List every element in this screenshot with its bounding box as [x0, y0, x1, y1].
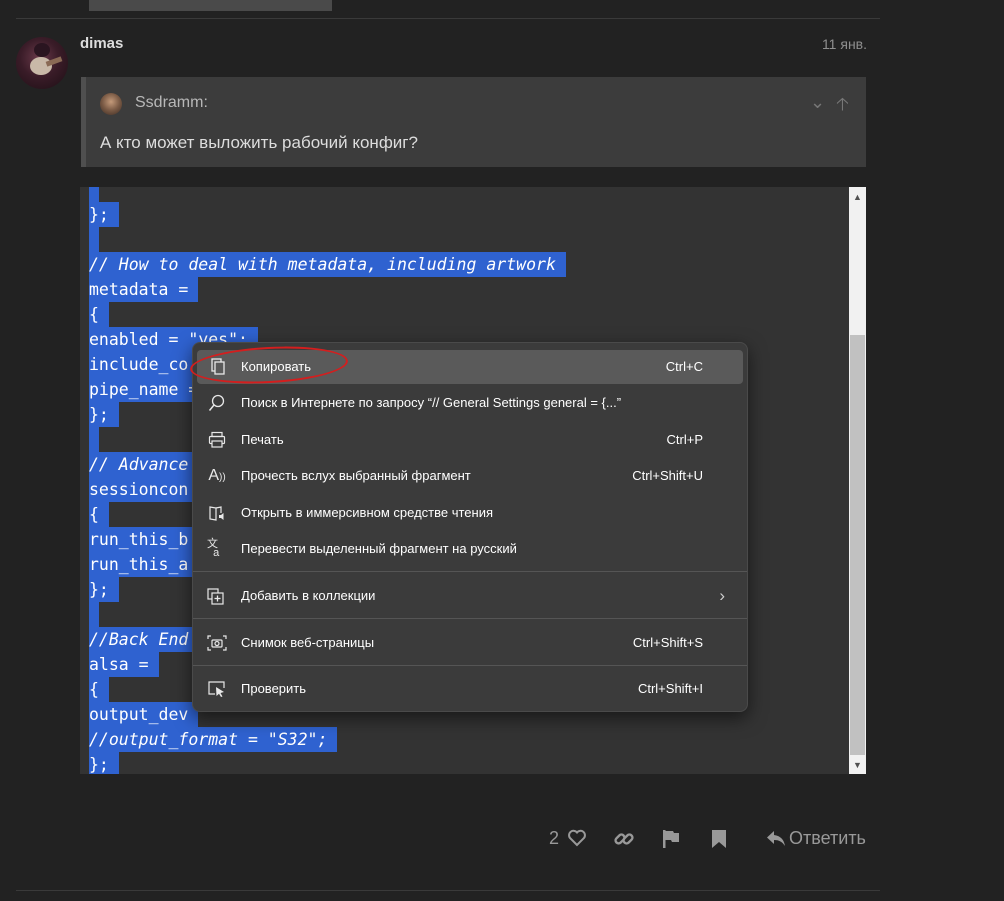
selected-text: run_this_b: [89, 527, 199, 552]
selected-text: };: [89, 202, 119, 227]
context-menu: Копировать Ctrl+C Поиск в Интернете по з…: [192, 342, 748, 712]
menu-item-label: Проверить: [241, 681, 307, 696]
selected-text: [89, 427, 99, 452]
selected-text: {: [89, 677, 109, 702]
quote-avatar[interactable]: [100, 93, 122, 115]
menu-item-translate[interactable]: 文 a Перевести выделенный фрагмент на рус…: [197, 532, 743, 566]
selected-text: [89, 227, 99, 252]
reply-icon: [766, 828, 786, 853]
post-divider: [16, 18, 880, 19]
code-line: };: [89, 752, 566, 774]
menu-item-web-capture[interactable]: Снимок веб-страницы Ctrl+Shift+S: [197, 626, 743, 660]
scroll-up-icon[interactable]: ▲: [849, 189, 866, 205]
selected-text: pipe_name =: [89, 377, 209, 402]
menu-item-read-aloud[interactable]: A)) Прочесть вслух выбранный фрагмент Ct…: [197, 459, 743, 493]
code-line: //output_format = "S32";: [89, 727, 566, 752]
menu-item-label: Поиск в Интернете по запросу “// General…: [241, 395, 622, 410]
selected-text: // Advance: [89, 452, 199, 477]
code-line: };: [89, 202, 566, 227]
code-line: metadata =: [89, 277, 566, 302]
code-line: // How to deal with metadata, including …: [89, 252, 566, 277]
print-icon: [207, 431, 227, 449]
translate-icon: 文 a: [207, 538, 220, 559]
selected-text: include_co: [89, 352, 199, 377]
menu-separator: [193, 665, 747, 666]
read-aloud-icon: A)): [208, 467, 226, 484]
scrollbar-thumb[interactable]: [850, 335, 865, 755]
menu-item-shortcut: Ctrl+Shift+I: [637, 681, 703, 696]
selected-text: metadata =: [89, 277, 199, 302]
selected-text: };: [89, 402, 119, 427]
quote-author: Ssdramm:: [135, 94, 208, 111]
menu-item-label: Снимок веб-страницы: [241, 635, 375, 650]
screenshot-icon: [207, 634, 227, 652]
selected-text: [89, 602, 99, 627]
username[interactable]: dimas: [80, 35, 123, 52]
selected-text: sessioncon: [89, 477, 199, 502]
selected-text: //output_format = "S32";: [89, 727, 338, 752]
menu-item-shortcut: Ctrl+P: [666, 432, 703, 447]
selected-text: output_dev: [89, 702, 199, 727]
quote-text: А кто может выложить рабочий конфиг?: [100, 133, 418, 152]
code-line: [89, 227, 566, 252]
post-divider: [16, 890, 880, 891]
menu-item-shortcut: Ctrl+C: [665, 359, 703, 374]
menu-item-label: Добавить в коллекции: [241, 588, 376, 603]
search-icon: [207, 394, 227, 412]
selected-text: {: [89, 502, 109, 527]
selected-text: alsa =: [89, 652, 159, 677]
link-icon[interactable]: [613, 828, 635, 855]
chevron-down-icon[interactable]: ⌄: [810, 92, 825, 113]
post-date[interactable]: 11 янв.: [822, 36, 867, 52]
menu-item-immersive-reader[interactable]: Открыть в иммерсивном средстве чтения: [197, 496, 743, 530]
collections-icon: [207, 587, 227, 605]
menu-item-shortcut: Ctrl+Shift+S: [632, 635, 703, 650]
menu-item-label: Перевести выделенный фрагмент на русский: [241, 541, 517, 556]
selected-text: };: [89, 577, 119, 602]
arrow-up-icon[interactable]: 🡡: [836, 92, 849, 122]
heart-icon[interactable]: [567, 828, 587, 853]
menu-item-print[interactable]: Печать Ctrl+P: [197, 423, 743, 457]
menu-separator: [193, 618, 747, 619]
menu-item-inspect[interactable]: Проверить Ctrl+Shift+I: [197, 672, 743, 706]
selected-text: {: [89, 302, 109, 327]
menu-item-label: Прочесть вслух выбранный фрагмент: [241, 468, 471, 483]
menu-item-label: Открыть в иммерсивном средстве чтения: [241, 505, 494, 520]
code-line: {: [89, 302, 566, 327]
selected-text: // How to deal with metadata, including …: [89, 252, 566, 277]
menu-item-label: Печать: [241, 432, 284, 447]
scroll-down-icon[interactable]: ▼: [849, 757, 866, 773]
menu-separator: [193, 571, 747, 572]
selected-text: };: [89, 752, 119, 774]
previous-post-snippet: [89, 0, 332, 11]
reply-label: Ответить: [789, 828, 866, 848]
selected-text: //Back End: [89, 627, 199, 652]
bookmark-icon[interactable]: [711, 829, 727, 854]
like-count: 2: [549, 828, 560, 848]
avatar[interactable]: [16, 37, 68, 89]
selected-text: run_this_a: [89, 552, 199, 577]
chevron-right-icon: ›: [719, 586, 725, 605]
menu-item-web-search[interactable]: Поиск в Интернете по запросу “// General…: [197, 386, 743, 420]
inspect-icon: [207, 680, 227, 698]
selected-text: [89, 187, 99, 202]
menu-item-add-to-collections[interactable]: Добавить в коллекции ›: [197, 579, 743, 613]
immersive-reader-icon: [207, 504, 227, 522]
flag-icon[interactable]: [661, 829, 681, 854]
code-line: [89, 187, 566, 202]
menu-item-shortcut: Ctrl+Shift+U: [632, 468, 703, 483]
quote-block: [81, 77, 866, 167]
